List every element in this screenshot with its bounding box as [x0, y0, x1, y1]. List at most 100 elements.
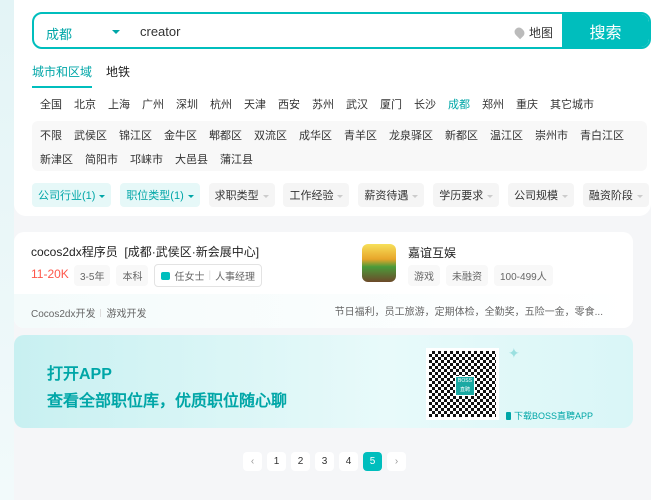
download-app-link[interactable]: 下载BOSS直聘APP [506, 409, 593, 422]
chevron-down-icon [99, 194, 106, 198]
chevron-down-icon [262, 194, 269, 198]
filter-label: 学历要求 [439, 190, 484, 202]
location-tabs: 城市和区域 地铁 [32, 63, 130, 88]
city-option[interactable]: 长沙 [414, 96, 436, 112]
company-logo[interactable] [362, 244, 396, 282]
search-button[interactable]: 搜索 [562, 14, 649, 47]
filter-label: 求职类型 [214, 190, 259, 202]
recruiter-role: 人事经理 [215, 272, 256, 283]
city-option[interactable]: 全国 [40, 96, 62, 112]
city-option[interactable]: 苏州 [312, 96, 334, 112]
city-option[interactable]: 郑州 [482, 96, 504, 112]
filter-label: 公司规模 [514, 190, 559, 202]
district-option[interactable]: 武侯区 [74, 127, 107, 147]
district-option[interactable]: 不限 [40, 127, 62, 147]
chevron-down-icon [412, 194, 419, 198]
filter-dropdown[interactable]: 公司行业(1) [32, 183, 112, 207]
district-option[interactable]: 锦江区 [119, 127, 152, 147]
recruiter-tag[interactable]: 任女士 | 人事经理 [154, 264, 263, 287]
filter-dropdown[interactable]: 求职类型 [208, 183, 275, 207]
filter-dropdown[interactable]: 公司规模 [508, 183, 575, 207]
city-option[interactable]: 天津 [244, 96, 266, 112]
banner-title: 打开APP [47, 366, 112, 383]
city-option[interactable]: 武汉 [346, 96, 368, 112]
filter-label: 融资阶段 [588, 190, 633, 202]
search-input[interactable]: creator [140, 24, 180, 39]
job-title[interactable]: cocos2dx程序员 [成都·武侯区·新会展中心] [31, 243, 259, 260]
company-tag: 100-499人 [494, 265, 553, 286]
city-option[interactable]: 杭州 [210, 96, 232, 112]
city-option[interactable]: 广州 [142, 96, 164, 112]
chat-icon [161, 271, 171, 280]
district-option[interactable]: 郫都区 [209, 127, 242, 147]
city-option[interactable]: 上海 [108, 96, 130, 112]
city-option[interactable]: 重庆 [516, 96, 538, 112]
district-option[interactable]: 蒲江县 [220, 151, 253, 171]
filter-dropdown[interactable]: 融资阶段 [582, 183, 649, 207]
district-option[interactable]: 大邑县 [175, 151, 208, 171]
page-button[interactable]: 2 [291, 452, 310, 471]
pagination: ‹ 1 2 3 4 5 › [243, 452, 406, 471]
skill-tag: Cocos2dx开发 [31, 309, 96, 320]
filter-label: 薪资待遇 [364, 190, 409, 202]
filter-label: 职位类型(1) [126, 190, 184, 202]
welfare-text: 节日福利，员工旅游，定期体检，全勤奖，五险一金，零食... [334, 307, 603, 318]
job-card[interactable]: cocos2dx程序员 [成都·武侯区·新会展中心] 11-20K 3-5年 本… [14, 232, 633, 328]
district-option[interactable]: 龙泉驿区 [389, 127, 433, 147]
filter-dropdown[interactable]: 学历要求 [433, 183, 500, 207]
filter-dropdown[interactable]: 薪资待遇 [358, 183, 425, 207]
left-strip [0, 0, 14, 500]
page-button[interactable]: 4 [339, 452, 358, 471]
city-option[interactable]: 西安 [278, 96, 300, 112]
download-label: 下载BOSS直聘APP [514, 411, 594, 421]
filter-dropdown[interactable]: 工作经验 [283, 183, 350, 207]
district-option[interactable]: 温江区 [490, 127, 523, 147]
district-option[interactable]: 新都区 [445, 127, 478, 147]
phone-icon [506, 411, 511, 420]
prev-page-button[interactable]: ‹ [243, 452, 262, 471]
banner-subtitle: 查看全部职位库，优质职位随心聊 [47, 393, 288, 410]
company-name[interactable]: 嘉谊互娱 [408, 244, 456, 261]
city-option[interactable]: 北京 [74, 96, 96, 112]
page-button-current[interactable]: 5 [363, 452, 382, 471]
degree-tag: 本科 [116, 265, 149, 286]
recruiter-name: 任女士 [174, 272, 205, 283]
city-option[interactable]: 厦门 [380, 96, 402, 112]
tab-subway[interactable]: 地铁 [106, 63, 130, 88]
divider [100, 309, 102, 317]
app-banner[interactable]: 打开APP 查看全部职位库，优质职位随心聊 BOSS直聘 ✦ 下载BOSS直聘A… [14, 335, 633, 428]
city-select[interactable]: 成都 [46, 24, 72, 43]
tab-city-district[interactable]: 城市和区域 [32, 63, 93, 88]
chevron-down-icon [562, 194, 569, 198]
district-option[interactable]: 青白江区 [580, 127, 624, 147]
job-name: cocos2dx程序员 [31, 245, 118, 259]
city-option[interactable]: 深圳 [176, 96, 198, 112]
city-option[interactable]: 成都 [448, 96, 470, 112]
map-label: 地图 [529, 26, 554, 40]
sparkle-icon: ✦ [508, 345, 520, 361]
chevron-down-icon[interactable] [112, 30, 120, 34]
experience-tag: 3-5年 [74, 265, 111, 286]
district-option[interactable]: 成华区 [299, 127, 332, 147]
district-option[interactable]: 邛崃市 [130, 151, 163, 171]
district-option[interactable]: 青羊区 [344, 127, 377, 147]
city-option[interactable]: 其它城市 [550, 96, 594, 112]
page-button[interactable]: 3 [315, 452, 334, 471]
divider: | [208, 270, 212, 281]
filter-label: 公司行业(1) [38, 190, 96, 202]
skill-tag: 游戏开发 [106, 309, 147, 320]
page-button[interactable]: 1 [267, 452, 286, 471]
city-list: 全国 北京 上海 广州 深圳 杭州 天津 西安 苏州 武汉 厦门 长沙 成都 郑州 重庆 其它城市 [40, 96, 640, 112]
district-option[interactable]: 新津区 [40, 151, 73, 171]
next-page-button[interactable]: › [387, 452, 406, 471]
district-option[interactable]: 崇州市 [535, 127, 568, 147]
district-option[interactable]: 金牛区 [164, 127, 197, 147]
district-option[interactable]: 简阳市 [85, 151, 118, 171]
district-option[interactable]: 双流区 [254, 127, 287, 147]
map-button[interactable]: 地图 [512, 24, 554, 41]
job-card-footer: Cocos2dx开发 游戏开发 节日福利，员工旅游，定期体检，全勤奖，五险一金，零… [14, 294, 633, 328]
filter-dropdown[interactable]: 职位类型(1) [120, 183, 200, 207]
qr-code: BOSS直聘 [426, 348, 499, 420]
filter-label: 工作经验 [289, 190, 334, 202]
chevron-down-icon [487, 194, 494, 198]
